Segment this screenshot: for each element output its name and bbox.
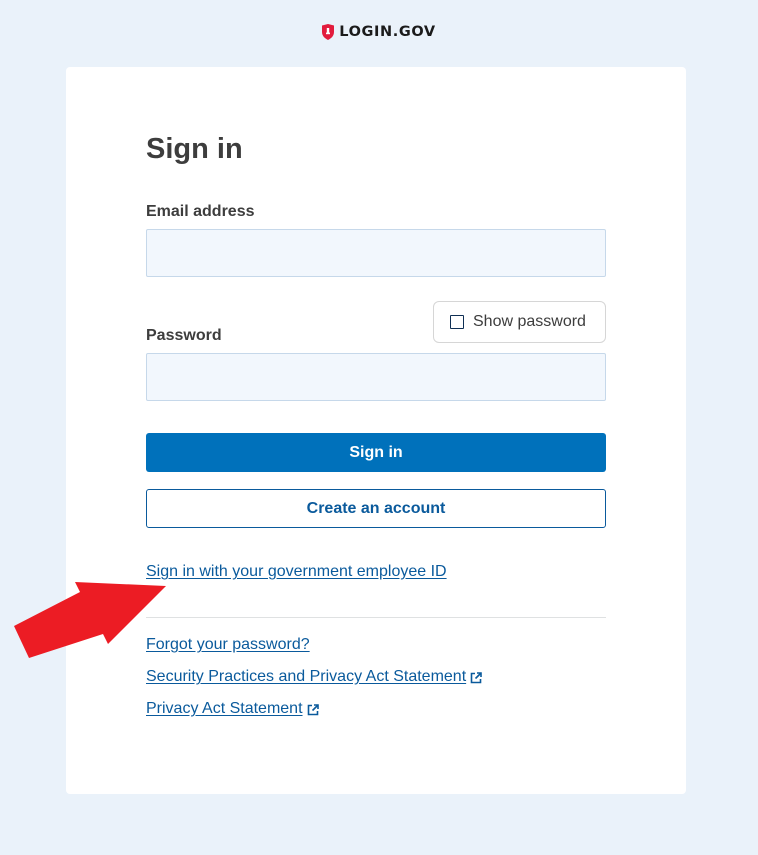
email-label: Email address (146, 203, 255, 220)
brand-name: LOGIN.GOV (339, 24, 436, 40)
privacy-act-link-text: Privacy Act Statement (146, 700, 303, 717)
forgot-password-link[interactable]: Forgot your password? (146, 635, 310, 655)
shield-lock-icon (322, 24, 335, 40)
privacy-act-link[interactable]: Privacy Act Statement (146, 699, 319, 719)
forgot-password-link-text: Forgot your password? (146, 636, 310, 653)
security-practices-link-text: Security Practices and Privacy Act State… (146, 668, 467, 685)
password-label: Password (146, 327, 222, 344)
external-link-icon (470, 672, 482, 684)
red-arrow-icon (14, 582, 166, 658)
external-link-icon (307, 704, 319, 716)
page-title: Sign in (146, 133, 243, 165)
piv-cac-sign-in-link[interactable]: Sign in with your government employee ID (146, 562, 447, 582)
password-field[interactable] (146, 353, 606, 401)
show-password-toggle[interactable]: Show password (433, 301, 606, 343)
brand-header: LOGIN.GOV (0, 22, 758, 42)
piv-cac-sign-in-link-text: Sign in with your government employee ID (146, 563, 447, 580)
security-practices-link[interactable]: Security Practices and Privacy Act State… (146, 667, 482, 687)
show-password-label: Show password (473, 313, 586, 330)
divider (146, 617, 606, 618)
email-field[interactable] (146, 229, 606, 277)
sign-in-button[interactable]: Sign in (146, 433, 606, 472)
create-account-button[interactable]: Create an account (146, 489, 606, 528)
show-password-checkbox[interactable] (450, 315, 464, 329)
sign-in-card: Sign in Email address Show password Pass… (66, 67, 686, 794)
